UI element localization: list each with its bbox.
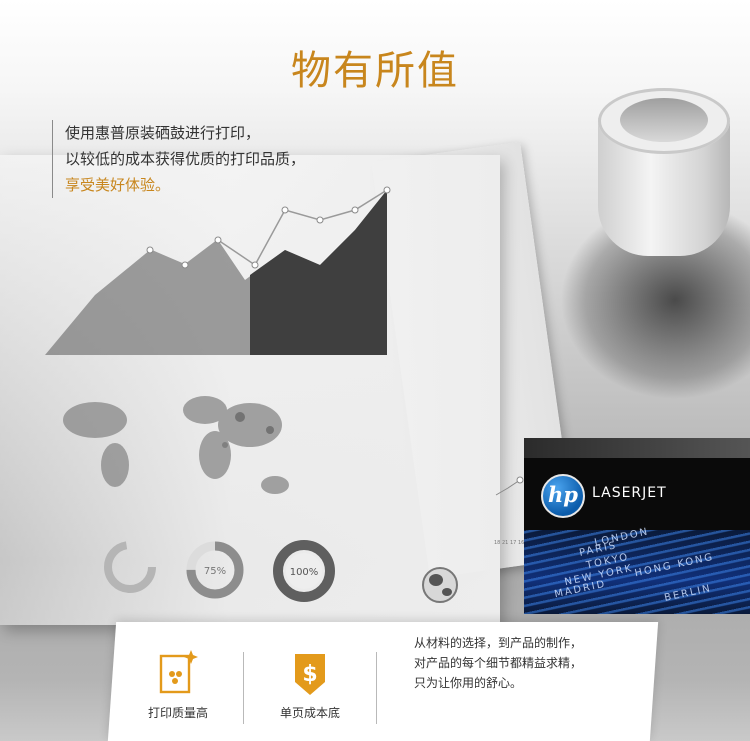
print-quality-icon [159, 650, 198, 694]
donut-label-75: 75% [204, 566, 226, 577]
tick-label: 18 [494, 540, 500, 546]
description-line-3: 只为让你用的舒心。 [414, 676, 523, 690]
box-lid [524, 438, 750, 458]
hp-logo-icon: hp [541, 474, 585, 518]
donut-chart-75: 75% [186, 541, 244, 599]
description-line-1: 从材料的选择，到产品的制作， [414, 636, 583, 650]
donut-chart-small [104, 541, 156, 593]
paper-sheet-front: 75% 100% [0, 155, 500, 625]
city-label: HONG KONG [633, 551, 716, 580]
area-chart [45, 186, 391, 355]
dollar-tag-icon: $ [295, 654, 325, 695]
intro-line-1: 使用惠普原装硒鼓进行打印， [65, 124, 261, 142]
tick-label: 21 [502, 540, 508, 546]
intro-line-3: 享受美好体验。 [65, 176, 171, 194]
globe-icon [422, 567, 458, 603]
printed-infographic: 75% 100% [45, 186, 458, 603]
hp-laserjet-cartridge-box: hp LASERJET LONDON PARIS TOKYO HONG KONG… [524, 438, 750, 614]
divider [243, 652, 244, 724]
intro-text: 使用惠普原装硒鼓进行打印， 以较低的成本获得优质的打印品质， 享受美好体验。 [52, 120, 305, 198]
intro-line-2: 以较低的成本获得优质的打印品质， [65, 150, 306, 168]
feature-description: 从材料的选择，到产品的制作， 对产品的每个细节都精益求精， 只为让你用的舒心。 [414, 633, 644, 693]
coffee-cup-image [598, 88, 730, 256]
tick-label: 17 [510, 540, 516, 546]
page: 物有所值 75% 100% 18 21 17 16 使用惠普原装硒鼓进行打印， … [0, 0, 750, 741]
description-line-2: 对产品的每个细节都精益求精， [414, 656, 583, 670]
cup-inside [620, 98, 708, 142]
divider [376, 652, 377, 724]
donut-label-100: 100% [290, 567, 319, 578]
donut-chart-100: 100% [273, 540, 335, 602]
svg-text:$: $ [302, 662, 317, 687]
feature-label: 单页成本底 [279, 706, 340, 720]
world-map [63, 396, 289, 494]
box-city-graphic: LONDON PARIS TOKYO HONG KONG NEW YORK MA… [524, 526, 750, 614]
feature-label: 打印质量高 [147, 706, 208, 720]
city-label: BERLIN [663, 583, 713, 604]
product-name: LASERJET [592, 485, 667, 501]
